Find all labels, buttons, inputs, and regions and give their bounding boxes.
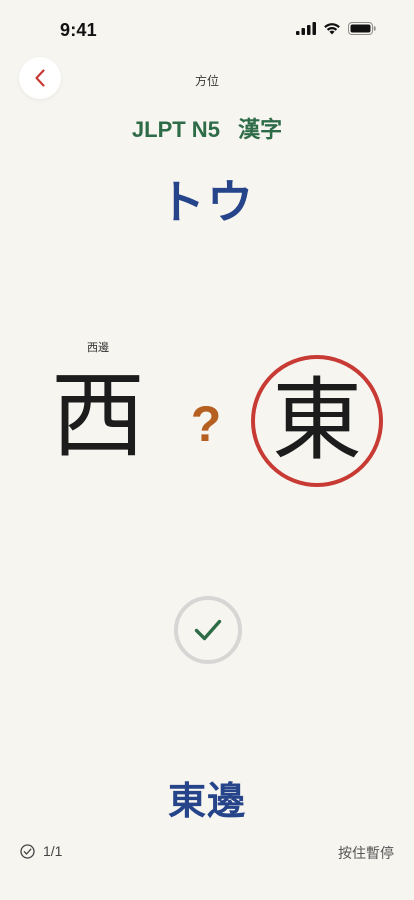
status-icons xyxy=(296,22,376,35)
progress-count: 1/1 xyxy=(43,843,63,859)
quiz-screen: 9:41 方位 JLPT N5 漢字 トウ 西邊 西 ? 東 東邊 1/1 按住… xyxy=(0,0,414,900)
kanji-reading: トウ xyxy=(159,175,255,229)
status-time: 9:41 xyxy=(60,20,97,40)
checkmark-icon xyxy=(194,619,222,641)
pause-hint[interactable]: 按住暫停 xyxy=(338,843,394,863)
check-button[interactable] xyxy=(174,596,242,664)
cellular-signal-icon xyxy=(296,22,316,35)
question-mark: ? xyxy=(190,396,222,452)
hint-label: 西邊 xyxy=(87,341,109,354)
jlpt-level: JLPT N5 xyxy=(131,117,220,142)
answer-kanji-circle: 東 xyxy=(251,355,383,487)
status-bar: 9:41 xyxy=(0,0,414,56)
answer-kanji: 東 xyxy=(272,368,362,473)
check-circle-icon xyxy=(20,843,35,859)
category-label: 方位 xyxy=(194,74,219,88)
battery-icon xyxy=(348,22,376,35)
script-type: 漢字 xyxy=(238,117,283,142)
progress-indicator: 1/1 xyxy=(20,843,62,859)
wifi-icon xyxy=(324,23,340,35)
level-row: JLPT N5 漢字 xyxy=(0,112,414,144)
left-kanji: 西 xyxy=(50,362,145,471)
answer-word: 東邊 xyxy=(167,779,246,823)
